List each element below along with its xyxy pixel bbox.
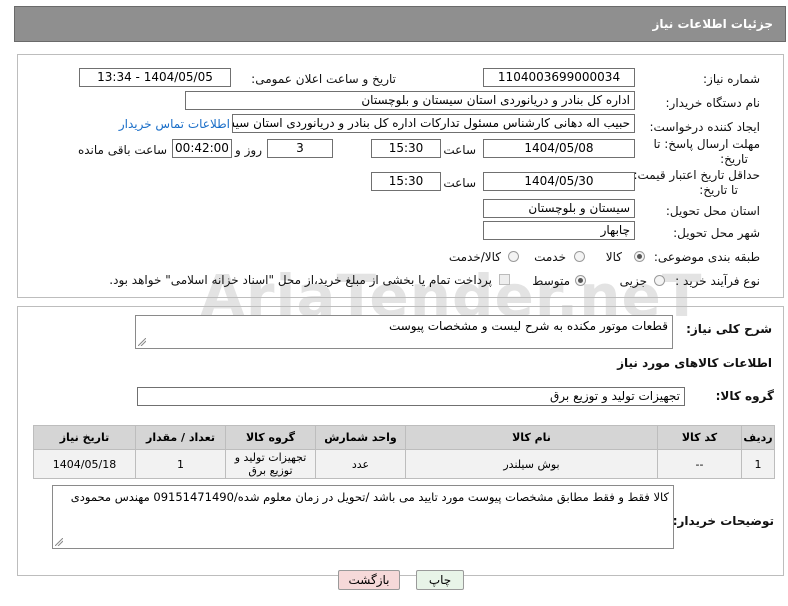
buyer-notes-text: کالا فقط و فقط مطابق مشخصات پیوست مورد ت… [70,490,669,504]
buyer-notes-label: توضیحات خریدار: [672,514,774,528]
city-field: چابهار [483,221,635,240]
col-header-need-date: تاریخ نیاز [33,425,136,450]
validity-label-date: تا تاریخ: [699,183,738,197]
cell-need-date: 1404/05/18 [33,449,136,479]
col-header-quantity: تعداد / مقدار [135,425,226,450]
col-header-unit: واحد شمارش [315,425,406,450]
goods-group-field: تجهیزات تولید و توزیع برق [137,387,685,406]
cell-name: بوش سیلندر [405,449,658,479]
category-option-service: خدمت [534,250,566,264]
deadline-time-label: ساعت [443,143,476,157]
province-field: سیستان و بلوچستان [483,199,635,218]
col-header-row-number: ردیف [741,425,775,450]
announce-datetime-field: 1404/05/05 - 13:34 [79,68,231,87]
category-radio-goods[interactable] [634,251,645,262]
process-label: نوع فرآیند خرید : [675,274,760,288]
remaining-label: ساعت باقی مانده [77,143,167,157]
requester-field: حبیب اله دهانی کارشناس مسئول تدارکات ادا… [232,114,635,133]
process-radio-medium[interactable] [575,275,586,286]
category-label: طبقه بندی موضوعی: [653,250,760,264]
page-header: جزئیات اطلاعات نیاز [14,6,786,42]
need-number-label: شماره نیاز: [703,72,760,86]
goods-table: ردیف کد کالا نام کالا واحد شمارش گروه کا… [33,425,775,479]
cell-unit: عدد [315,449,406,479]
process-option-medium: متوسط [532,274,570,288]
announce-label: تاریخ و ساعت اعلان عمومی: [251,72,396,86]
validity-date-field: 1404/05/30 [483,172,635,191]
cell-code: -- [657,449,742,479]
cell-group: تجهیزات تولید و توزیع برق [225,449,316,479]
back-button[interactable]: بازگشت [338,570,400,590]
summary-text: قطعات موتور مکنده به شرح لیست و مشخصات پ… [388,319,668,333]
goods-group-label: گروه کالا: [715,389,774,403]
day-label: روز و [235,143,262,157]
col-header-code: کد کالا [657,425,742,450]
page-title: جزئیات اطلاعات نیاز [652,17,773,31]
category-option-goods-service: کالا/خدمت [448,250,501,264]
cell-row-number: 1 [741,449,775,479]
summary-label: شرح کلی نیاز: [686,322,772,336]
deadline-date-field: 1404/05/08 [483,139,635,158]
buyer-org-field: اداره کل بنادر و دریانوردی استان سیستان … [185,91,635,110]
treasury-payment-checkbox[interactable] [499,274,510,285]
deadline-time-field: 15:30 [371,139,441,158]
validity-label: حداقل تاریخ اعتبار قیمت: [633,168,760,182]
requester-label: ایجاد کننده درخواست: [649,120,760,134]
deadline-label-date: تاریخ: [720,152,748,166]
remaining-time-field: 00:42:00 [172,139,232,158]
summary-textarea[interactable]: قطعات موتور مکنده به شرح لیست و مشخصات پ… [135,315,673,349]
col-header-name: نام کالا [405,425,658,450]
table-header-row: ردیف کد کالا نام کالا واحد شمارش گروه کا… [33,425,775,450]
cell-quantity: 1 [135,449,226,479]
province-label: استان محل تحویل: [665,204,760,218]
buyer-org-label: نام دستگاه خریدار: [665,96,761,110]
print-button[interactable]: چاپ [416,570,464,590]
deadline-label: مهلت ارسال پاسخ: تا [653,137,760,151]
table-row: 1 -- بوش سیلندر عدد تجهیزات تولید و توزی… [33,449,775,479]
category-radio-goods-service[interactable] [508,251,519,262]
category-option-goods: کالا [605,250,622,264]
resize-grip-icon[interactable] [138,338,146,346]
need-number-field: 1104003699000034 [483,68,635,87]
buyer-contact-link[interactable]: اطلاعات تماس خریدار [119,117,230,131]
validity-time-label: ساعت [443,176,476,190]
buyer-notes-textarea[interactable]: کالا فقط و فقط مطابق مشخصات پیوست مورد ت… [52,485,674,549]
days-remaining-field: 3 [267,139,333,158]
process-radio-minor[interactable] [654,275,665,286]
validity-time-field: 15:30 [371,172,441,191]
resize-grip-icon[interactable] [55,538,63,546]
category-radio-service[interactable] [574,251,585,262]
city-label: شهر محل تحویل: [673,226,760,240]
process-option-minor: جزیی [619,274,647,288]
goods-section-title: اطلاعات کالاهای مورد نیاز [617,356,772,370]
col-header-group: گروه کالا [225,425,316,450]
treasury-payment-note: پرداخت تمام یا بخشی از مبلغ خرید،از محل … [109,273,492,287]
